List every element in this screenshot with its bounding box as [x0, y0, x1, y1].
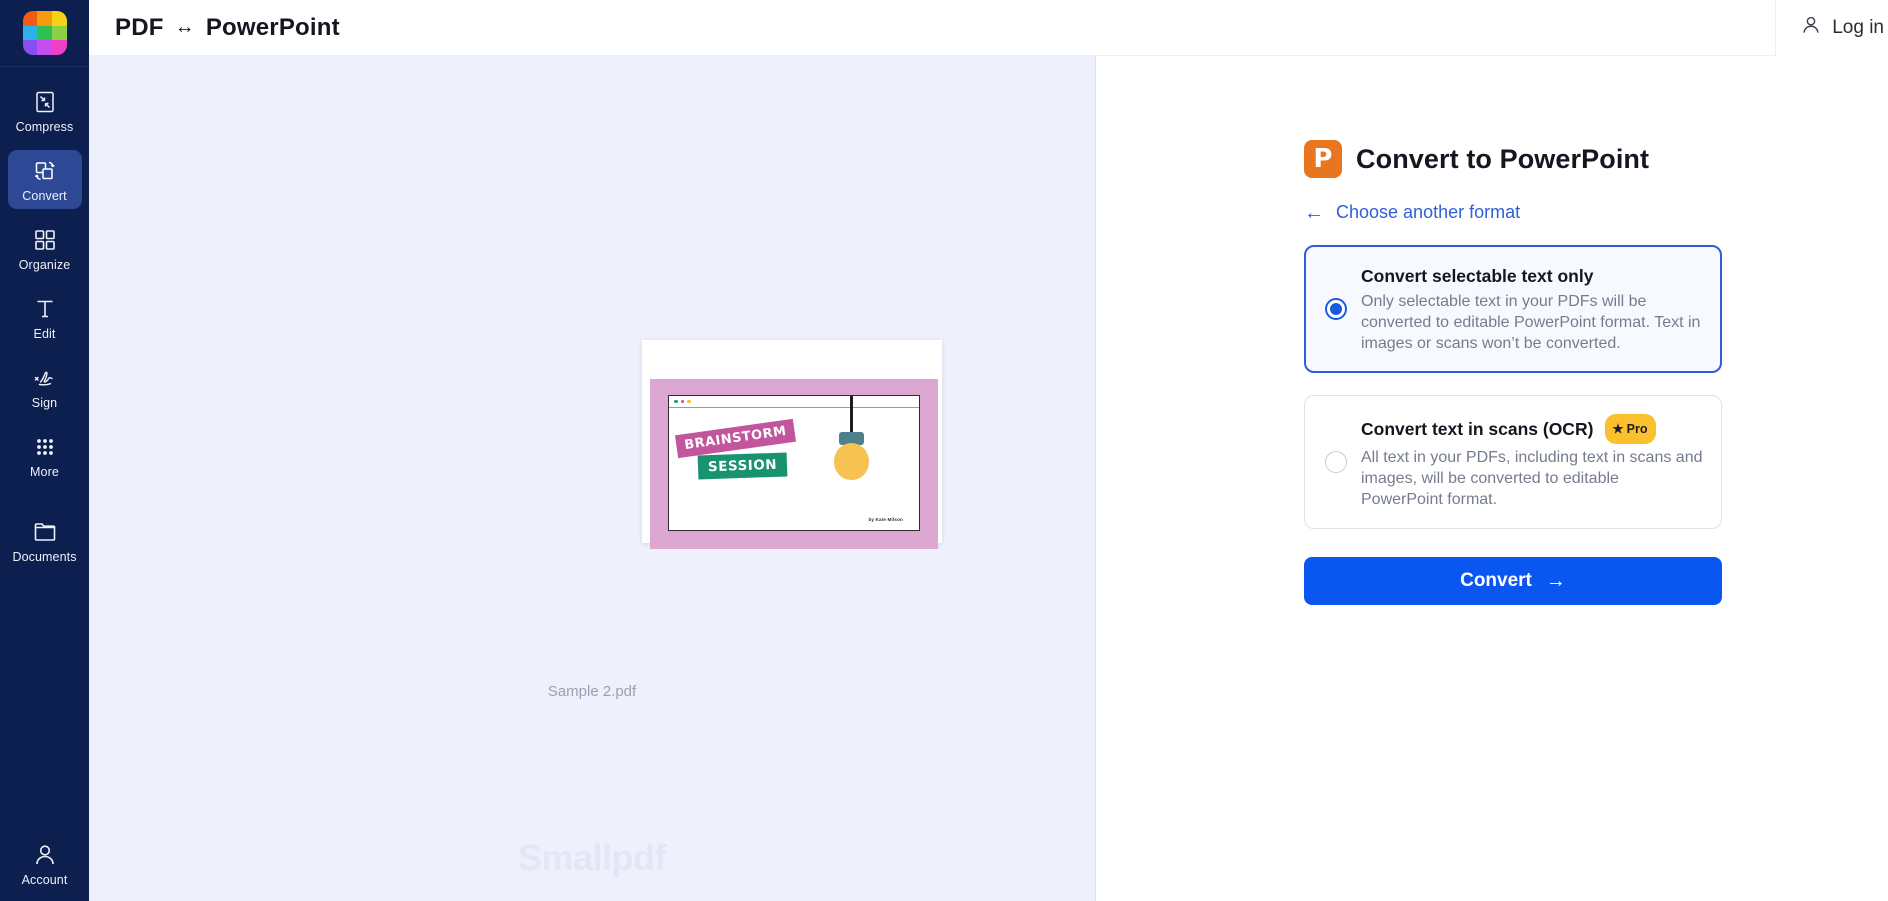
- user-icon: [32, 842, 58, 868]
- swap-arrows-icon: ↔: [174, 16, 195, 38]
- page-title: PDF ↔ PowerPoint: [115, 14, 340, 42]
- sidebar-item-documents[interactable]: Documents: [8, 511, 82, 570]
- logo-tile: [22, 40, 38, 55]
- option-title-label: Convert selectable text only: [1361, 266, 1594, 286]
- slide-byline: by Kate Milson: [868, 517, 903, 522]
- convert-button-label: Convert: [1460, 570, 1532, 591]
- sidebar-item-label: Convert: [22, 189, 67, 203]
- powerpoint-icon: P: [1304, 140, 1342, 178]
- sidebar-item-label: Organize: [18, 258, 71, 272]
- slide-heading-secondary: SESSION: [697, 452, 788, 480]
- logo-tile: [22, 11, 38, 26]
- sidebar-nav: Compress Convert Organize Edit Sign More Docum…: [0, 67, 89, 580]
- sidebar-item-more[interactable]: More: [8, 426, 82, 485]
- arrow-right-icon: →: [1545, 569, 1566, 592]
- logo-tile: [37, 25, 52, 41]
- sidebar-item-label: Edit: [33, 327, 56, 341]
- thumbnail-image: BRAINSTORM SESSION by Kate Milson: [650, 379, 938, 549]
- document-preview-canvas: BRAINSTORM SESSION by Kate Milson Sample…: [89, 56, 1096, 901]
- sidebar-item-convert[interactable]: Convert: [7, 150, 82, 209]
- compress-icon: [32, 89, 58, 115]
- smallpdf-watermark: Smallpdf: [517, 837, 667, 878]
- left-sidebar: Compress Convert Organize Edit Sign More Docum…: [0, 0, 89, 901]
- sidebar-item-label: More: [30, 465, 59, 479]
- sidebar-item-edit[interactable]: Edit: [8, 288, 82, 347]
- logo-tile: [37, 11, 52, 26]
- pdf-page-thumbnail[interactable]: BRAINSTORM SESSION by Kate Milson: [642, 340, 942, 549]
- option-title-label: Convert text in scans (OCR): [1361, 419, 1594, 439]
- sidebar-item-account[interactable]: Account: [0, 842, 89, 887]
- sidebar-item-account-label: Account: [21, 873, 68, 887]
- app-root: Compress Convert Organize Edit Sign More Docum…: [0, 0, 1888, 901]
- pro-badge: ★ Pro: [1605, 414, 1657, 444]
- file-name-label: Sample 2.pdf: [547, 683, 637, 700]
- lightbulb-cord: [850, 396, 853, 434]
- signature-icon: [32, 365, 58, 391]
- pro-badge-label: Pro: [1626, 422, 1648, 436]
- logo-tile: [37, 40, 52, 55]
- logo-tile: [51, 25, 67, 41]
- slide-content: BRAINSTORM SESSION by Kate Milson: [668, 395, 920, 531]
- option-description: Only selectable text in your PDFs will b…: [1361, 293, 1701, 352]
- choose-another-format-label: Choose another format: [1336, 202, 1521, 222]
- convert-icon: [32, 158, 58, 184]
- smallpdf-logo[interactable]: [22, 11, 67, 55]
- convert-button[interactable]: Convert →: [1304, 557, 1722, 605]
- user-icon: [1800, 14, 1822, 42]
- sidebar-item-organize[interactable]: Organize: [8, 219, 82, 278]
- page-title-source: PDF: [115, 13, 164, 41]
- window-dot: [687, 399, 691, 404]
- radio-ocr[interactable]: [1325, 451, 1347, 473]
- option-title: Convert text in scans (OCR) ★ Pro: [1361, 414, 1705, 444]
- option-description: All text in your PDFs, including text in…: [1361, 449, 1703, 508]
- logo-tile: [51, 11, 67, 26]
- content-row: BRAINSTORM SESSION by Kate Milson Sample…: [89, 56, 1888, 901]
- star-icon: ★: [1612, 422, 1624, 436]
- login-button[interactable]: Log in: [1775, 0, 1888, 56]
- folder-icon: [32, 519, 58, 545]
- option-selectable-text-only[interactable]: Convert selectable text only Only select…: [1304, 245, 1722, 373]
- sidebar-item-sign[interactable]: Sign: [8, 357, 82, 416]
- logo-container[interactable]: [0, 0, 89, 67]
- choose-another-format-link[interactable]: ← Choose another format: [1304, 202, 1722, 223]
- radio-selectable-text-only[interactable]: [1325, 298, 1347, 320]
- conversion-options-panel: P Convert to PowerPoint ← Choose another…: [1096, 56, 1888, 901]
- lightbulb-icon: [834, 443, 869, 480]
- login-button-label: Log in: [1832, 16, 1884, 38]
- panel-title: P Convert to PowerPoint: [1304, 140, 1722, 178]
- panel-title-label: Convert to PowerPoint: [1356, 143, 1650, 174]
- option-title: Convert selectable text only: [1361, 264, 1705, 288]
- organize-icon: [32, 227, 58, 253]
- sidebar-item-compress[interactable]: Compress: [8, 81, 82, 140]
- page-title-target: PowerPoint: [205, 13, 340, 41]
- top-bar: PDF ↔ PowerPoint Log in: [89, 0, 1888, 56]
- browser-chrome-bar: [669, 396, 919, 408]
- edit-text-icon: [32, 296, 58, 322]
- sidebar-item-label: Documents: [12, 550, 77, 564]
- sidebar-item-label: Sign: [31, 396, 58, 410]
- window-dot: [674, 399, 678, 404]
- sidebar-item-label: Compress: [15, 120, 74, 134]
- option-ocr[interactable]: Convert text in scans (OCR) ★ Pro All te…: [1304, 395, 1722, 529]
- logo-tile: [51, 40, 67, 55]
- window-dot: [680, 399, 684, 404]
- grid-dots-icon: [32, 434, 58, 460]
- logo-tile: [22, 25, 38, 41]
- arrow-left-icon: ←: [1304, 201, 1324, 224]
- main-area: PDF ↔ PowerPoint Log in BRAINSTORM SESSI…: [89, 0, 1888, 901]
